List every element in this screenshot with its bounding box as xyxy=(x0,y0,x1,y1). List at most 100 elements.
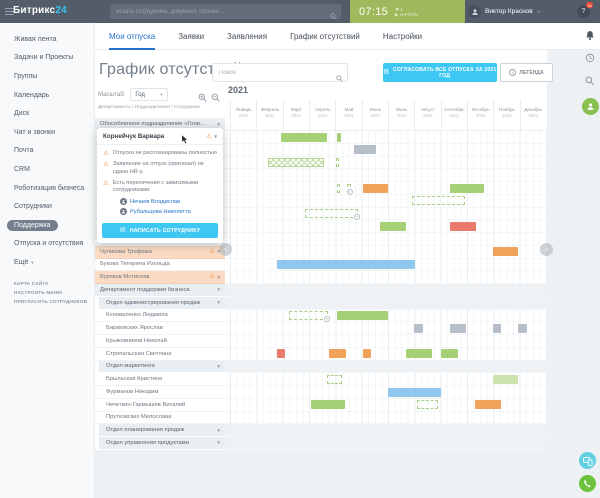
sidebar-item-роботизация-бизнеса[interactable]: Роботизация бизнеса xyxy=(0,179,94,198)
tree-row-employee[interactable]: Коноваленко Людмила xyxy=(95,310,225,323)
tree-row-department[interactable]: Отдел маркетинга▼ xyxy=(99,361,225,374)
sidebar-item-диск[interactable]: Диск xyxy=(0,104,94,123)
tree-row-employee[interactable]: Чечеткин-Гармышев Виталий xyxy=(95,399,225,412)
sidebar-item-группы[interactable]: Группы xyxy=(0,67,94,86)
vacation-bar-outline[interactable] xyxy=(327,375,342,384)
tab-заявки[interactable]: Заявки xyxy=(178,23,204,50)
sidebar-item-почта[interactable]: Почта xyxy=(0,142,94,161)
online-user-avatar[interactable] xyxy=(582,98,599,115)
vacation-bar-outline[interactable]: × xyxy=(347,184,351,193)
chevron-down-icon[interactable]: ▼ xyxy=(217,122,221,127)
vacation-bar-green[interactable] xyxy=(441,349,458,358)
tree-row-employee[interactable]: Буряков Мстислав⚠▼ xyxy=(95,271,225,284)
chevron-down-icon[interactable]: ▼ xyxy=(217,275,221,280)
vacation-bar-orange[interactable] xyxy=(363,184,388,193)
sidebar-item-чат-и-звонки[interactable]: Чат и звонки xyxy=(0,123,94,142)
sidebar-item-сотрудники[interactable]: Сотрудники xyxy=(0,197,94,216)
sidebar-footer-link[interactable]: ПРИГЛАСИТЬ СОТРУДНИКОВ xyxy=(14,299,94,304)
tree-row-employee[interactable]: Крыжовников Николай xyxy=(95,335,225,348)
sidebar-item-crm[interactable]: CRM xyxy=(0,160,94,179)
vacation-bar-blue[interactable] xyxy=(277,260,415,269)
history-clock-icon[interactable] xyxy=(585,52,595,64)
tab-заявления[interactable]: Заявления xyxy=(227,23,267,50)
sidebar-item-календарь[interactable]: Календарь xyxy=(0,86,94,105)
vacation-bar-blue[interactable] xyxy=(388,388,441,397)
vacation-bar-outline[interactable]: × xyxy=(305,209,358,218)
tree-row-department[interactable]: Отдел управления продуктами▼ xyxy=(99,437,225,450)
chevron-down-icon[interactable]: ▼ xyxy=(217,300,221,305)
vacation-bar-green[interactable] xyxy=(281,133,327,142)
tab-настройки[interactable]: Настройки xyxy=(383,23,422,50)
vacation-bar-gray[interactable] xyxy=(493,324,501,333)
bitrix24-logo[interactable]: Битрикс24 xyxy=(13,5,67,16)
sidebar-item-поддержка[interactable]: Поддержка xyxy=(0,216,94,235)
vacation-bar-green[interactable] xyxy=(337,133,341,142)
chevron-down-icon[interactable]: ▼ xyxy=(217,428,221,433)
user-menu[interactable]: Виктор Краснов ▼ xyxy=(468,0,541,23)
tree-row-department[interactable]: Отдел планирования продаж▼ xyxy=(99,424,225,437)
chevron-down-icon[interactable]: ▼ xyxy=(217,287,221,292)
month-column: Октябрь2021 xyxy=(467,100,493,130)
vacation-bar-outline[interactable] xyxy=(417,400,438,409)
sidebar-item-задачи-и-проекты[interactable]: Задачи и Проекты xyxy=(0,49,94,68)
timeline-row xyxy=(225,424,547,437)
tree-row-employee[interactable]: Брыльская Кристина xyxy=(95,373,225,386)
sidebar-item-ещё[interactable]: Ещё▼ xyxy=(0,253,94,272)
sidebar-footer-link[interactable]: НАСТРОИТЬ МЕНЮ xyxy=(14,290,94,295)
employee-link[interactable]: Рубальцева Николетта xyxy=(120,208,217,215)
vacation-bar-gray[interactable] xyxy=(354,145,376,154)
vacation-bar-red[interactable] xyxy=(277,349,285,358)
tree-row-employee[interactable]: Стропальская Светлана xyxy=(95,348,225,361)
vacation-bar-red[interactable] xyxy=(450,222,476,231)
sidebar-footer-link[interactable]: КАРТА САЙТА xyxy=(14,281,94,286)
vacation-bar-outline[interactable] xyxy=(412,196,465,205)
tree-row-employee[interactable]: Биржевских Ярослав xyxy=(95,322,225,335)
devices-widget-button[interactable] xyxy=(579,452,596,469)
search-icon[interactable] xyxy=(585,75,595,87)
timer-start-button[interactable]: ▶ НАЧАТЬ xyxy=(395,12,418,17)
phone-call-button[interactable] xyxy=(579,475,596,492)
vacation-bar-gray[interactable] xyxy=(414,324,423,333)
global-search-input[interactable] xyxy=(110,4,341,19)
timeline-scroll-left-button[interactable]: ‹ xyxy=(219,243,232,256)
timeline-scroll-right-button[interactable]: › xyxy=(540,243,553,256)
schedule-search-input[interactable] xyxy=(212,63,348,82)
sidebar-item-живая-лента[interactable]: Живая лента xyxy=(0,30,94,49)
vacation-bar-orange[interactable] xyxy=(493,247,518,256)
vacation-bar-green[interactable] xyxy=(337,311,388,320)
legend-button[interactable]: iЛЕГЕНДА xyxy=(500,63,553,82)
vacation-bar-gray[interactable] xyxy=(450,324,466,333)
sidebar-item-отпуска-и-отсутствия[interactable]: Отпуска и отсутствия xyxy=(0,235,94,254)
scale-select[interactable]: Год▼ xyxy=(130,88,168,101)
tree-row-employee[interactable]: Букова Тетерина Изольда xyxy=(95,259,225,272)
vacation-bar-orange[interactable] xyxy=(329,349,346,358)
tree-row-department[interactable]: Департамент поддержки бизнеса▼ xyxy=(95,284,225,297)
chevron-down-icon[interactable]: ▼ xyxy=(217,364,221,369)
tab-график-отсутствий[interactable]: График отсутствий xyxy=(290,23,360,50)
vacation-bar-palegreen[interactable] xyxy=(493,375,518,384)
vacation-bar-outline[interactable] xyxy=(336,158,339,167)
chevron-down-icon[interactable]: ▼ xyxy=(214,134,218,139)
vacation-bar-green[interactable] xyxy=(406,349,432,358)
tree-row-employee[interactable]: Чуликова Трофима⚠▼ xyxy=(95,246,225,259)
chevron-down-icon[interactable]: ▼ xyxy=(217,440,221,445)
tree-row-employee[interactable]: Прутковских Милослава xyxy=(95,412,225,425)
tab-мои-отпуска[interactable]: Мои отпуска xyxy=(109,23,155,50)
zoom-out-icon[interactable] xyxy=(211,89,220,107)
vacation-bar-orange[interactable] xyxy=(475,400,501,409)
work-timer[interactable]: 07:15 ⚑ 1 ▶ НАЧАТЬ xyxy=(350,0,465,23)
message-employee-button[interactable]: ✉НАПИСАТЬ СОТРУДНИКУ xyxy=(102,223,218,238)
tree-row-employee[interactable]: Фурманов Никодим xyxy=(95,386,225,399)
vacation-bar-gray[interactable] xyxy=(518,324,527,333)
approve-all-vacations-button[interactable]: ⚙СОГЛАСОВАТЬ ВСЕ ОТПУСКА ЗА 2021 ГОД xyxy=(383,63,497,82)
vacation-bar-outline[interactable]: × xyxy=(289,311,328,320)
vacation-bar-orange[interactable] xyxy=(363,349,371,358)
employee-link[interactable]: Нечаев Владислав xyxy=(120,198,217,205)
vacation-bar-green[interactable] xyxy=(380,222,406,231)
tree-row-department[interactable]: Отдел администрирования продаж▼ xyxy=(99,297,225,310)
vacation-bar-green[interactable] xyxy=(450,184,484,193)
vacation-bar-outline[interactable] xyxy=(337,184,340,193)
notifications-bell-icon[interactable] xyxy=(585,29,595,41)
vacation-bar-hatch[interactable] xyxy=(268,158,324,167)
vacation-bar-green[interactable] xyxy=(311,400,345,409)
